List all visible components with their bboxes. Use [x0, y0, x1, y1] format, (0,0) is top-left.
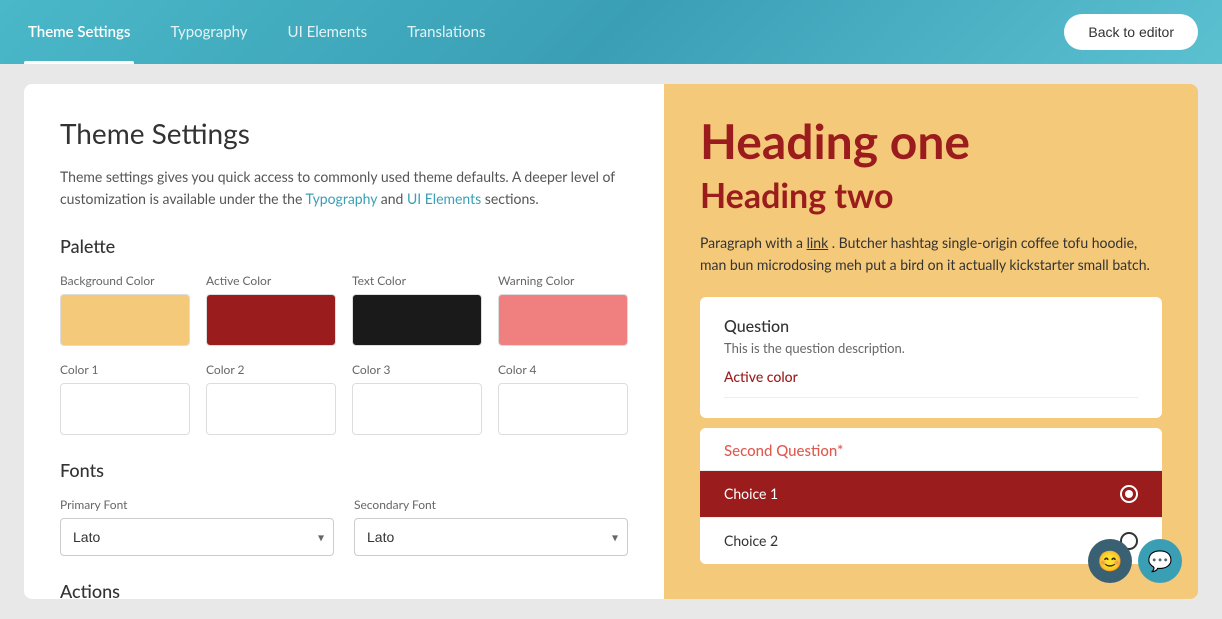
chat-icon-1[interactable]: 😊 [1088, 539, 1132, 583]
secondary-font-item: Secondary Font Lato Arial Roboto Open Sa… [354, 497, 628, 556]
color-warning-label: Warning Color [498, 273, 628, 288]
color-background-label: Background Color [60, 273, 190, 288]
color-warning: Warning Color [498, 273, 628, 346]
preview-heading-1: Heading one [700, 116, 1162, 169]
right-panel: Heading one Heading two Paragraph with a… [664, 84, 1198, 599]
ui-elements-link[interactable]: UI Elements [407, 190, 481, 207]
left-panel: Theme Settings Theme settings gives you … [24, 84, 664, 599]
color-2-swatch[interactable] [206, 383, 336, 435]
description: Theme settings gives you quick access to… [60, 166, 628, 211]
choice-2-label: Choice 2 [724, 532, 778, 549]
choice-1-item[interactable]: Choice 1 [700, 470, 1162, 517]
font-grid: Primary Font Lato Arial Roboto Open Sans… [60, 497, 628, 556]
actions-section: Actions Import theme I'm feeling lucky! … [60, 580, 628, 599]
color-grid: Background Color Active Color Text Color… [60, 273, 628, 435]
primary-font-select[interactable]: Lato Arial Roboto Open Sans Georgia [60, 518, 334, 556]
second-question-title: Second Question [724, 442, 837, 460]
tab-translations[interactable]: Translations [403, 0, 489, 64]
preview-heading-2: Heading two [700, 175, 1162, 216]
color-active: Active Color [206, 273, 336, 346]
nav-bar: Theme Settings Typography UI Elements Tr… [0, 0, 1222, 64]
secondary-font-select[interactable]: Lato Arial Roboto Open Sans Georgia [354, 518, 628, 556]
color-active-swatch[interactable] [206, 294, 336, 346]
primary-font-item: Primary Font Lato Arial Roboto Open Sans… [60, 497, 334, 556]
question-title: Question [724, 317, 1138, 336]
color-text: Text Color [352, 273, 482, 346]
choice-1-radio-icon [1120, 485, 1138, 503]
color-1: Color 1 [60, 362, 190, 435]
nav-tabs: Theme Settings Typography UI Elements Tr… [24, 0, 489, 64]
color-4-swatch[interactable] [498, 383, 628, 435]
actions-title: Actions [60, 580, 628, 599]
fonts-section: Fonts Primary Font Lato Arial Roboto Ope… [60, 459, 628, 556]
color-1-swatch[interactable] [60, 383, 190, 435]
typography-link[interactable]: Typography [306, 190, 378, 207]
color-background-swatch[interactable] [60, 294, 190, 346]
color-warning-swatch[interactable] [498, 294, 628, 346]
color-3: Color 3 [352, 362, 482, 435]
color-background: Background Color [60, 273, 190, 346]
color-3-swatch[interactable] [352, 383, 482, 435]
color-2: Color 2 [206, 362, 336, 435]
chat-icon-2[interactable]: 💬 [1138, 539, 1182, 583]
color-2-label: Color 2 [206, 362, 336, 377]
choice-1-label: Choice 1 [724, 485, 778, 502]
active-color-label: Active color [724, 368, 1138, 398]
main-content: Theme Settings Theme settings gives you … [0, 64, 1222, 619]
color-active-label: Active Color [206, 273, 336, 288]
question-description: This is the question description. [724, 340, 1138, 356]
color-1-label: Color 1 [60, 362, 190, 377]
color-4-label: Color 4 [498, 362, 628, 377]
color-3-label: Color 3 [352, 362, 482, 377]
fonts-title: Fonts [60, 459, 628, 481]
back-to-editor-button[interactable]: Back to editor [1064, 14, 1198, 50]
secondary-font-label: Secondary Font [354, 497, 628, 512]
primary-font-label: Primary Font [60, 497, 334, 512]
color-text-swatch[interactable] [352, 294, 482, 346]
color-4: Color 4 [498, 362, 628, 435]
primary-font-select-wrapper: Lato Arial Roboto Open Sans Georgia ▾ [60, 518, 334, 556]
tab-ui-elements[interactable]: UI Elements [284, 0, 372, 64]
preview-paragraph: Paragraph with a link . Butcher hashtag … [700, 232, 1162, 277]
tab-typography[interactable]: Typography [166, 0, 251, 64]
second-question-header: Second Question* [700, 428, 1162, 470]
page-title: Theme Settings [60, 116, 628, 150]
paragraph-link[interactable]: link [807, 234, 829, 251]
palette-title: Palette [60, 235, 628, 257]
tab-theme-settings[interactable]: Theme Settings [24, 0, 134, 64]
chat-widget: 😊 💬 [1088, 539, 1182, 583]
required-asterisk: * [837, 442, 843, 460]
secondary-font-select-wrapper: Lato Arial Roboto Open Sans Georgia ▾ [354, 518, 628, 556]
palette-section: Palette Background Color Active Color Te… [60, 235, 628, 435]
paragraph-before-link: Paragraph with a [700, 234, 803, 251]
question-card-1: Question This is the question descriptio… [700, 297, 1162, 418]
color-text-label: Text Color [352, 273, 482, 288]
